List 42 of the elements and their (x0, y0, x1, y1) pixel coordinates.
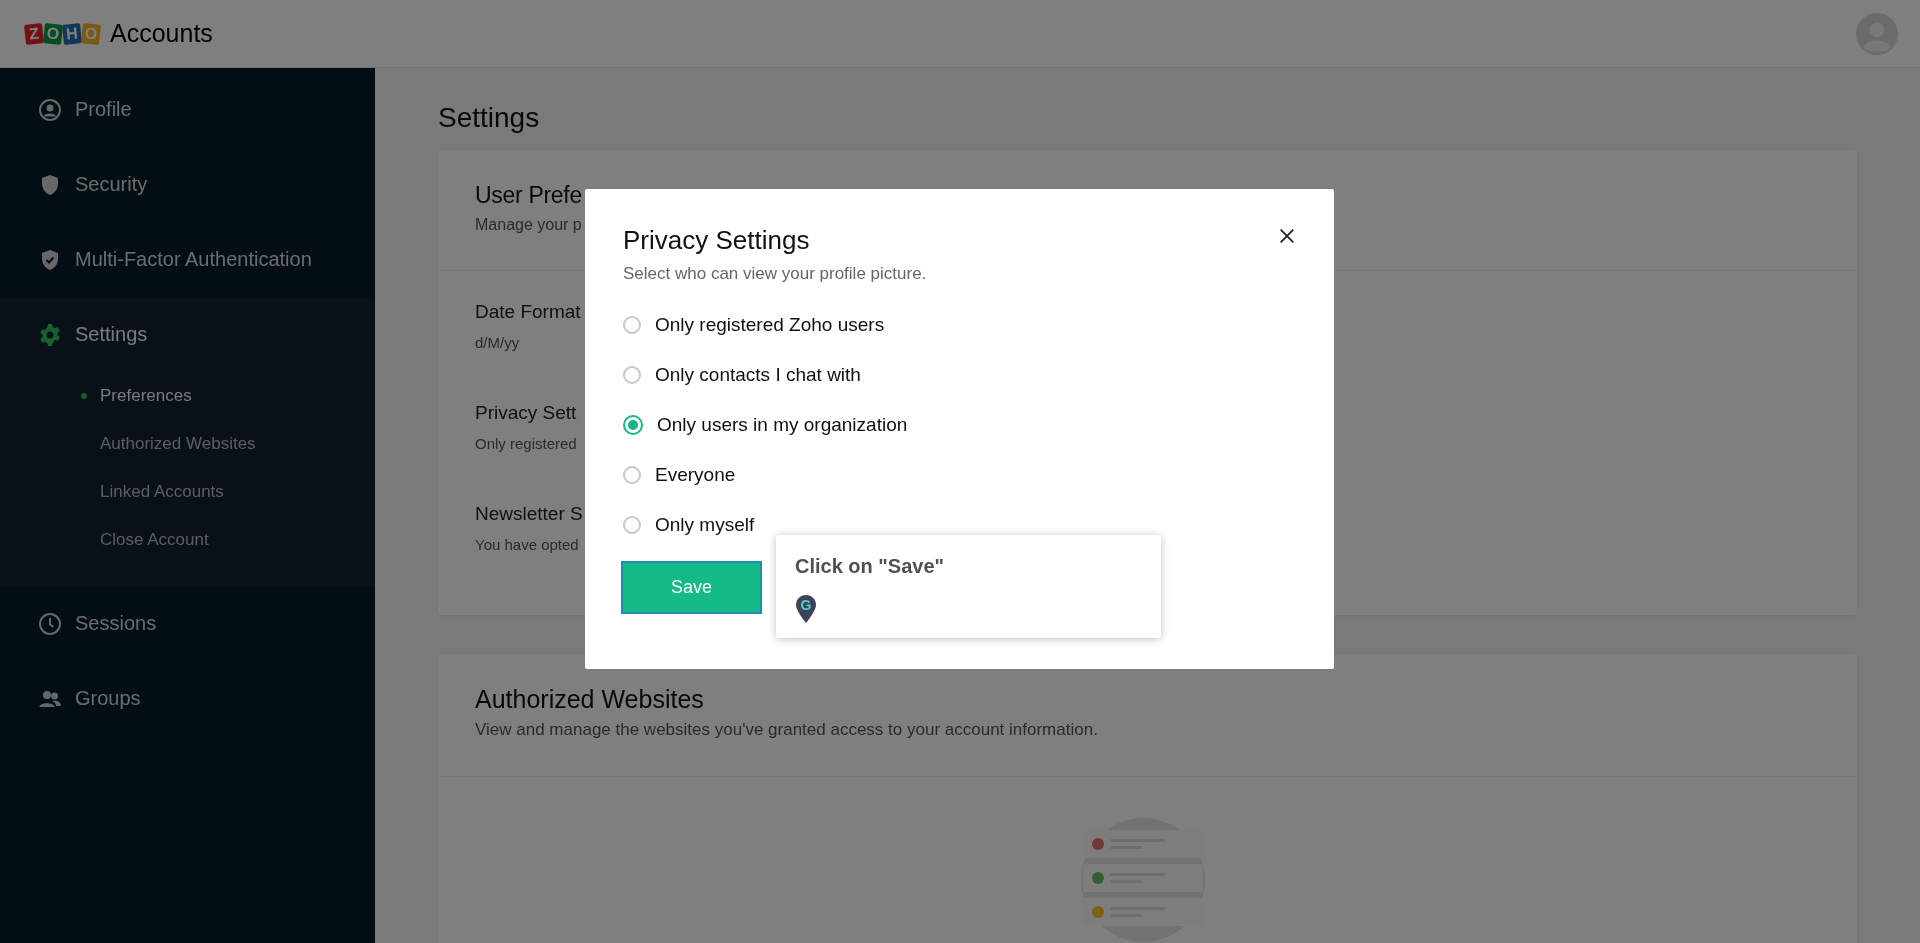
sidebar-item[interactable]: Groups (0, 661, 375, 736)
save-button[interactable]: Save (621, 561, 762, 614)
sidebar-subitem[interactable]: Close Account (0, 516, 375, 564)
brand-name: Accounts (110, 19, 213, 48)
dialog-subtitle: Select who can view your profile picture. (623, 264, 927, 284)
dialog-title: Privacy Settings (623, 225, 810, 255)
sidebar-item[interactable]: Settings (0, 297, 375, 372)
setting-label: Privacy Sett (475, 401, 577, 425)
option-label: Only contacts I chat with (655, 364, 861, 386)
pin-icon: G (795, 594, 817, 624)
radio-button[interactable] (623, 466, 641, 484)
radio-button[interactable] (623, 415, 643, 435)
option-label: Only users in my organization (657, 414, 908, 436)
sidebar-subitem[interactable]: Linked Accounts (0, 468, 375, 516)
card-subtitle: View and manage the websites you've granted access to your account information. (475, 720, 1098, 740)
card-title: User Prefe (475, 181, 582, 210)
logo-drawing: Z O H O (25, 23, 100, 44)
sidebar-subitem[interactable]: Preferences (0, 372, 375, 420)
setting-value: You have opted (475, 536, 579, 554)
radio-button[interactable] (623, 516, 641, 534)
tooltip-text: Click on "Save" (795, 555, 946, 578)
sidebar-item[interactable]: Multi-Factor Authentication (0, 222, 375, 297)
option-label: Only registered Zoho users (655, 314, 885, 336)
sidebar-subitem[interactable]: Authorized Websites (0, 420, 375, 468)
sidebar-item[interactable]: Sessions (0, 586, 375, 661)
clock-icon (38, 611, 62, 636)
close-icon[interactable] (1278, 227, 1296, 245)
page-title: Settings (438, 101, 541, 135)
card-subtitle: Manage your p (475, 216, 582, 234)
option-label: Everyone (655, 464, 736, 486)
profile-icon (38, 97, 62, 122)
radio-button[interactable] (623, 366, 641, 384)
card-title: Authorized Websites (475, 684, 704, 715)
setting-label: Date Format (475, 300, 581, 324)
option-label: Only myself (655, 514, 755, 536)
setting-label: Newsletter S (475, 502, 583, 526)
setting-value: Only registered (475, 435, 577, 453)
setting-value: d/M/yy (475, 334, 520, 352)
radio-button[interactable] (623, 316, 641, 334)
sidebar-item[interactable]: Security (0, 147, 375, 222)
gear-icon (38, 322, 62, 347)
sidebar-item[interactable]: Profile (0, 72, 375, 147)
